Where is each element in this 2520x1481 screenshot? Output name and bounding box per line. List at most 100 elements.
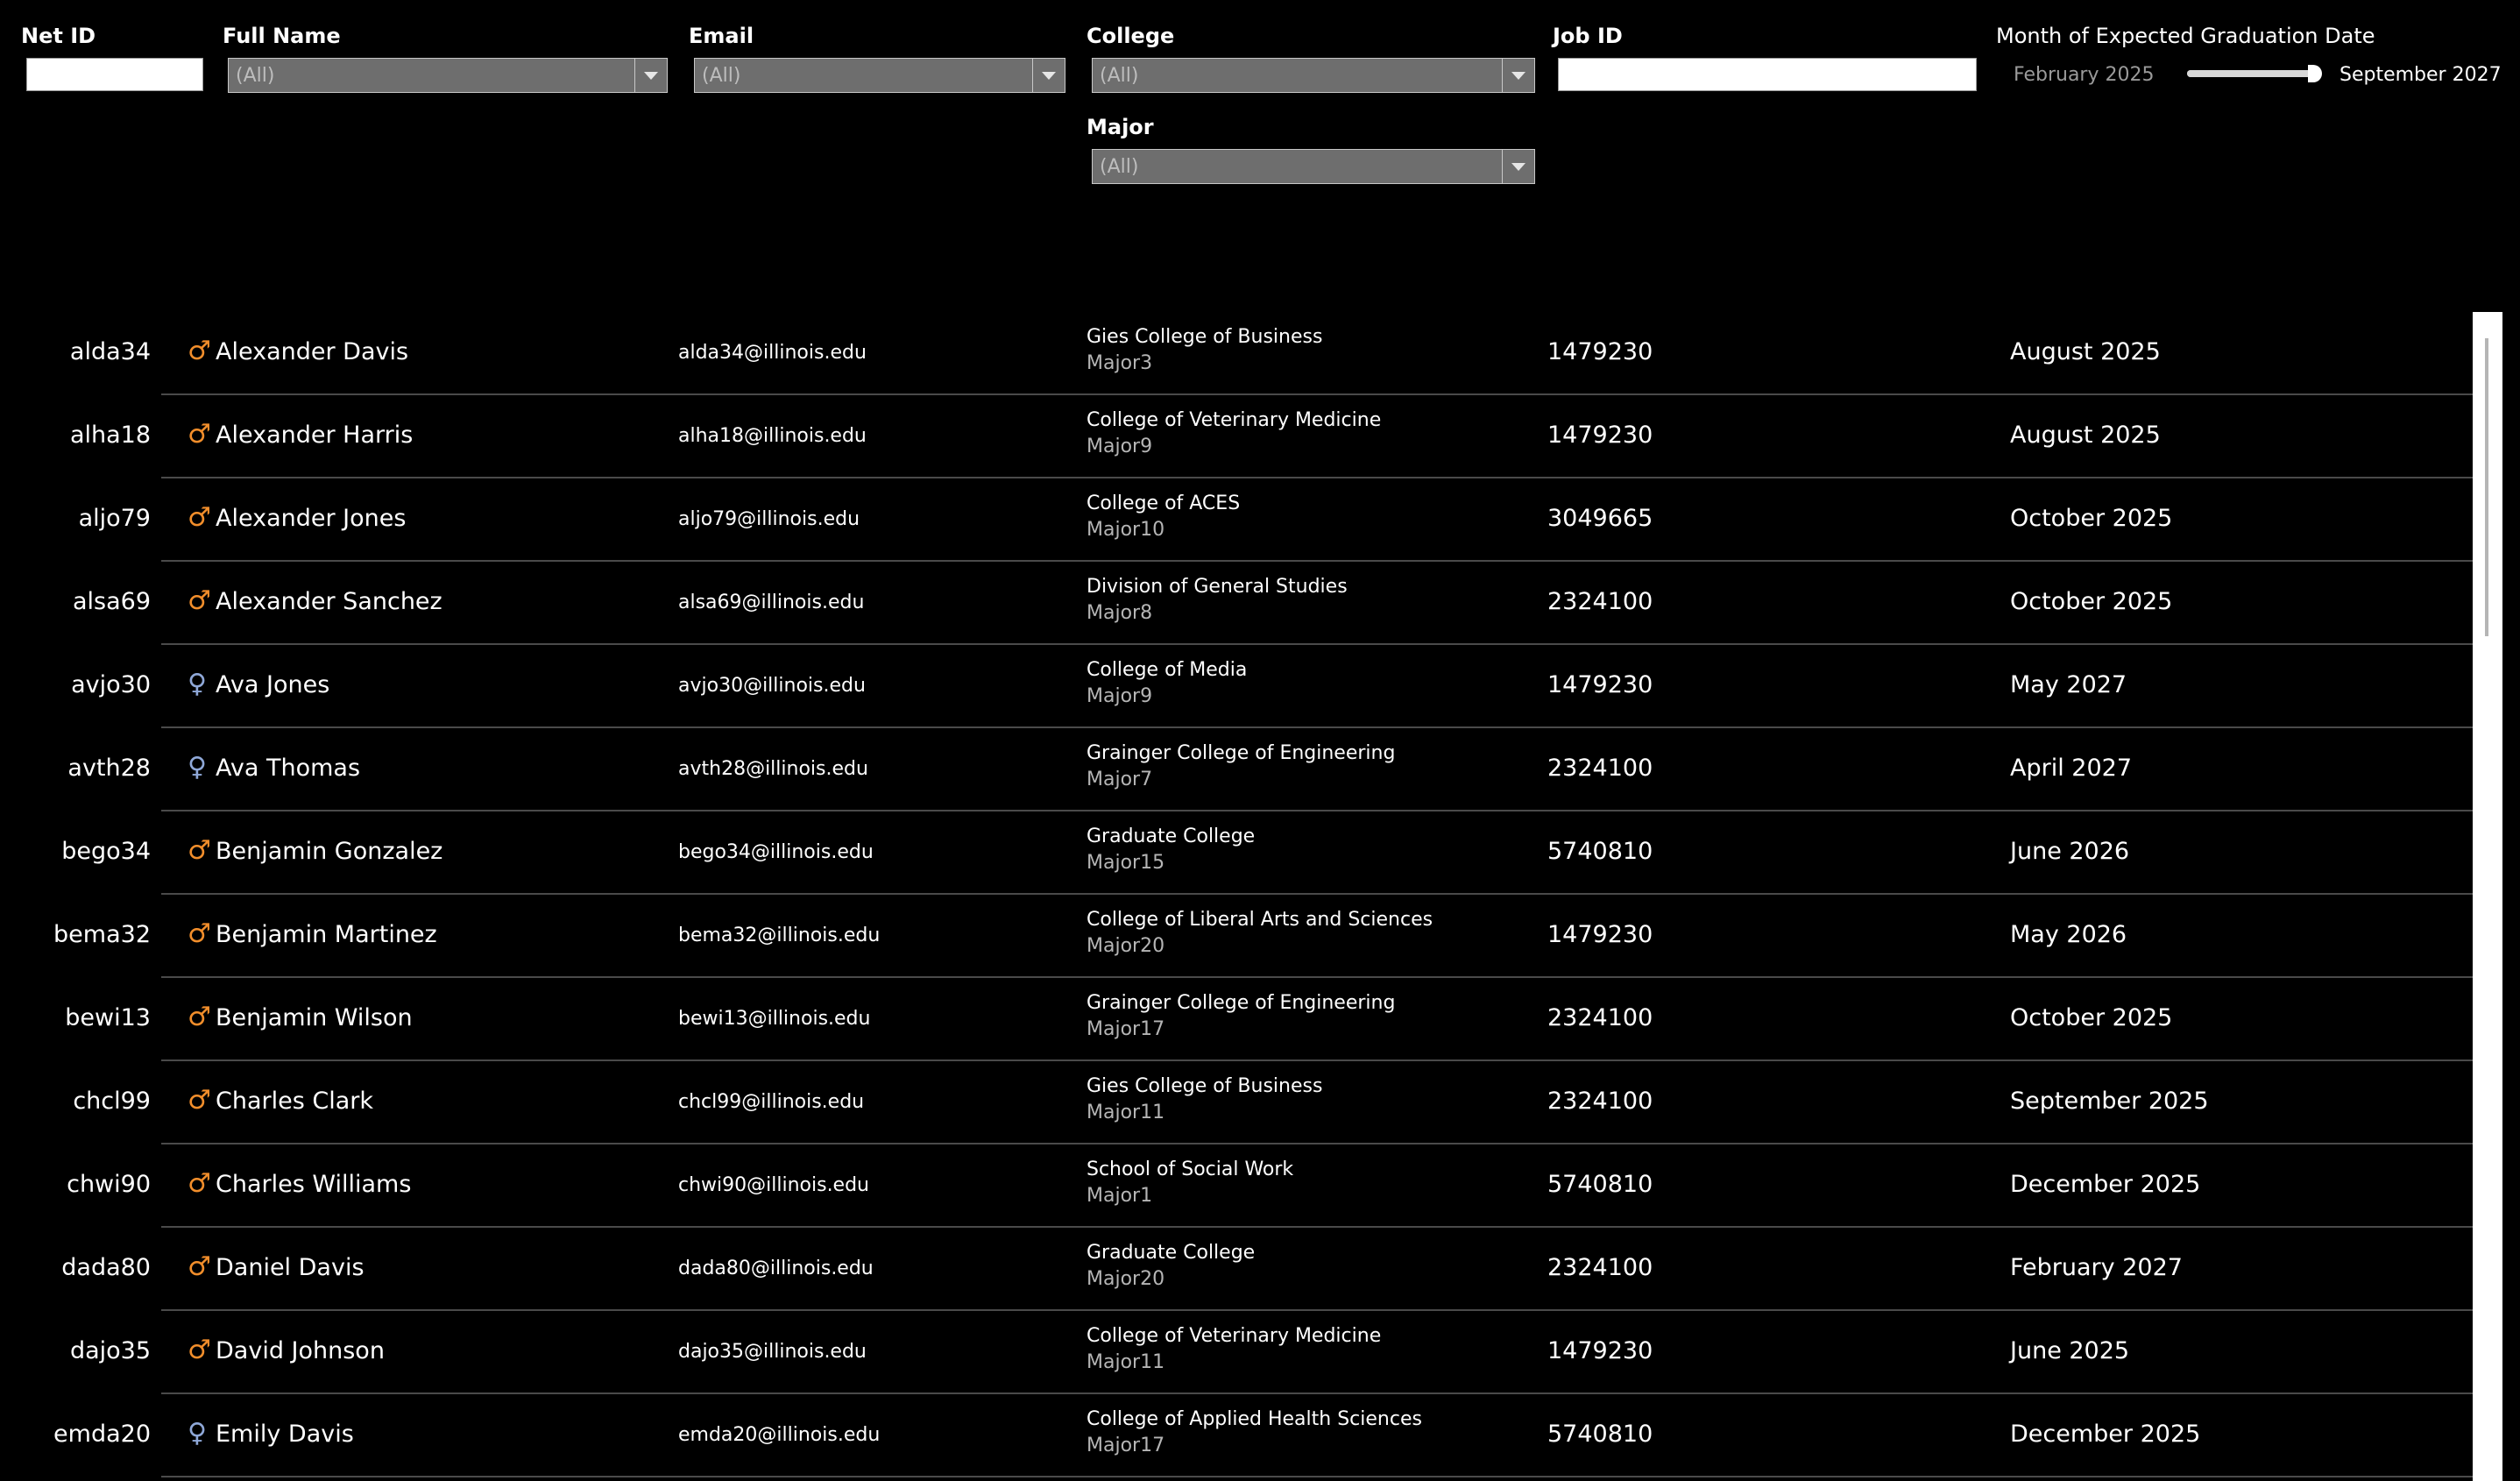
table-row[interactable]: alha18 ♂ Alexander Harris alha18@illinoi… <box>70 395 2473 478</box>
college-cell: College of Veterinary Medicine <box>1087 1325 1382 1347</box>
grad-date-cell: December 2025 <box>2010 1171 2201 1198</box>
full-name-cell: Benjamin Gonzalez <box>216 838 443 865</box>
male-icon: ♂ <box>188 835 211 866</box>
net-id-cell: avjo30 <box>71 671 151 698</box>
full-name-filter-label: Full Name <box>223 24 341 48</box>
table-row[interactable]: avjo30 ♀ Ava Jones avjo30@illinois.edu C… <box>71 645 2473 728</box>
major-cell: Major8 <box>1087 602 1153 624</box>
male-icon: ♂ <box>188 918 211 949</box>
major-dropdown-value: (All) <box>1100 155 1139 178</box>
grad-date-slider-track[interactable] <box>2187 65 2322 82</box>
net-id-cell: avth28 <box>67 755 151 782</box>
table-row[interactable]: chwi90 ♂ Charles Williams chwi90@illinoi… <box>67 1144 2473 1228</box>
male-icon: ♂ <box>188 502 211 533</box>
major-cell: Major9 <box>1087 685 1153 707</box>
email-dropdown[interactable]: (All) <box>694 58 1065 93</box>
email-cell: bego34@illinois.edu <box>678 841 874 863</box>
email-cell: avth28@illinois.edu <box>678 758 868 780</box>
full-name-cell: Charles Clark <box>216 1088 374 1115</box>
full-name-cell: Ava Thomas <box>216 755 361 782</box>
grad-date-cell: June 2026 <box>2010 838 2130 865</box>
full-name-cell: Charles Williams <box>216 1171 412 1198</box>
college-cell: Graduate College <box>1087 1242 1256 1264</box>
grad-date-cell: June 2025 <box>2010 1337 2130 1364</box>
male-icon: ♂ <box>188 585 211 616</box>
net-id-cell: alda34 <box>69 338 151 365</box>
grad-date-slider-min: February 2025 <box>2014 64 2155 86</box>
table-row[interactable]: emda20 ♀ Emily Davis emda20@illinois.edu… <box>53 1394 2473 1477</box>
grad-date-slider-thumb[interactable] <box>2308 65 2322 82</box>
net-id-input[interactable] <box>26 58 203 91</box>
job-id-cell: 3049665 <box>1547 505 1653 532</box>
college-cell: College of ACES <box>1087 492 1241 514</box>
job-id-input[interactable] <box>1558 58 1977 91</box>
scrollbar-thumb[interactable] <box>2485 338 2488 636</box>
job-id-cell: 5740810 <box>1547 1421 1653 1448</box>
major-dropdown-button[interactable] <box>1502 150 1534 183</box>
male-icon: ♂ <box>188 1168 211 1199</box>
male-icon: ♂ <box>188 419 211 450</box>
full-name-cell: Benjamin Martinez <box>216 921 437 948</box>
male-icon: ♂ <box>188 1335 211 1365</box>
table-row[interactable]: chcl99 ♂ Charles Clark chcl99@illinois.e… <box>73 1061 2473 1144</box>
college-dropdown[interactable]: (All) <box>1092 58 1535 93</box>
table-row[interactable]: alsa69 ♂ Alexander Sanchez alsa69@illino… <box>73 562 2473 645</box>
college-cell: College of Liberal Arts and Sciences <box>1087 909 1433 931</box>
major-cell: Major10 <box>1087 519 1165 541</box>
net-id-filter-label: Net ID <box>21 24 96 48</box>
job-id-cell: 2324100 <box>1547 1254 1653 1281</box>
job-id-cell: 1479230 <box>1547 671 1653 698</box>
email-cell: bema32@illinois.edu <box>678 925 881 946</box>
email-cell: dada80@illinois.edu <box>678 1258 874 1279</box>
job-id-cell: 1479230 <box>1547 338 1653 365</box>
grad-date-cell: October 2025 <box>2010 505 2173 532</box>
chevron-down-icon <box>1042 71 1056 80</box>
college-dropdown-button[interactable] <box>1502 59 1534 92</box>
table-scrollbar[interactable] <box>2473 312 2502 1481</box>
grad-date-cell: May 2026 <box>2010 921 2127 948</box>
chevron-down-icon <box>1511 71 1525 80</box>
job-id-cell: 2324100 <box>1547 1088 1653 1115</box>
full-name-dropdown-button[interactable] <box>634 59 667 92</box>
college-cell: Gies College of Business <box>1087 326 1323 348</box>
table-row[interactable]: bego34 ♂ Benjamin Gonzalez bego34@illino… <box>61 811 2473 895</box>
table-row[interactable]: alda34 ♂ Alexander Davis alda34@illinois… <box>70 312 2473 395</box>
email-cell: alsa69@illinois.edu <box>678 592 865 613</box>
table-row[interactable]: dajo35 ♂ David Johnson dajo35@illinois.e… <box>70 1311 2473 1394</box>
job-id-cell: 1479230 <box>1547 921 1653 948</box>
email-cell: chcl99@illinois.edu <box>678 1091 865 1113</box>
full-name-cell: Benjamin Wilson <box>216 1004 413 1031</box>
full-name-cell: Alexander Harris <box>216 422 414 449</box>
job-id-cell: 1479230 <box>1547 422 1653 449</box>
full-name-cell: Alexander Davis <box>216 338 409 365</box>
male-icon: ♂ <box>188 1002 211 1032</box>
email-cell: avjo30@illinois.edu <box>678 675 866 697</box>
net-id-cell: chwi90 <box>67 1171 151 1198</box>
table-row[interactable]: avth28 ♀ Ava Thomas avth28@illinois.edu … <box>67 728 2473 811</box>
male-icon: ♂ <box>188 336 211 366</box>
table-row[interactable]: aljo79 ♂ Alexander Jones aljo79@illinois… <box>79 478 2473 562</box>
grad-date-slider-max: September 2027 <box>2339 64 2502 86</box>
college-filter-label: College <box>1087 24 1175 48</box>
table-row[interactable]: bewi13 ♂ Benjamin Wilson bewi13@illinois… <box>65 978 2473 1061</box>
major-cell: Major11 <box>1087 1351 1165 1373</box>
grad-date-cell: August 2025 <box>2010 422 2161 449</box>
grad-date-cell: February 2027 <box>2010 1254 2183 1281</box>
grad-date-cell: May 2027 <box>2010 671 2127 698</box>
female-icon: ♀ <box>188 1418 207 1449</box>
major-dropdown[interactable]: (All) <box>1092 149 1535 184</box>
net-id-cell: aljo79 <box>78 505 151 532</box>
grad-date-cell: April 2027 <box>2010 755 2133 782</box>
grad-date-slider-fill <box>2187 70 2318 77</box>
email-cell: dajo35@illinois.edu <box>678 1341 867 1363</box>
grad-date-filter-label: Month of Expected Graduation Date <box>1996 24 2375 48</box>
table-row[interactable]: dada80 ♂ Daniel Davis dada80@illinois.ed… <box>61 1228 2473 1311</box>
full-name-dropdown[interactable]: (All) <box>228 58 668 93</box>
table-row[interactable]: bema32 ♂ Benjamin Martinez bema32@illino… <box>53 895 2473 978</box>
grad-date-cell: October 2025 <box>2010 588 2173 615</box>
email-dropdown-button[interactable] <box>1032 59 1065 92</box>
female-icon: ♀ <box>188 669 207 699</box>
job-id-cell: 5740810 <box>1547 838 1653 865</box>
chevron-down-icon <box>644 71 658 80</box>
college-dropdown-value: (All) <box>1100 64 1139 87</box>
